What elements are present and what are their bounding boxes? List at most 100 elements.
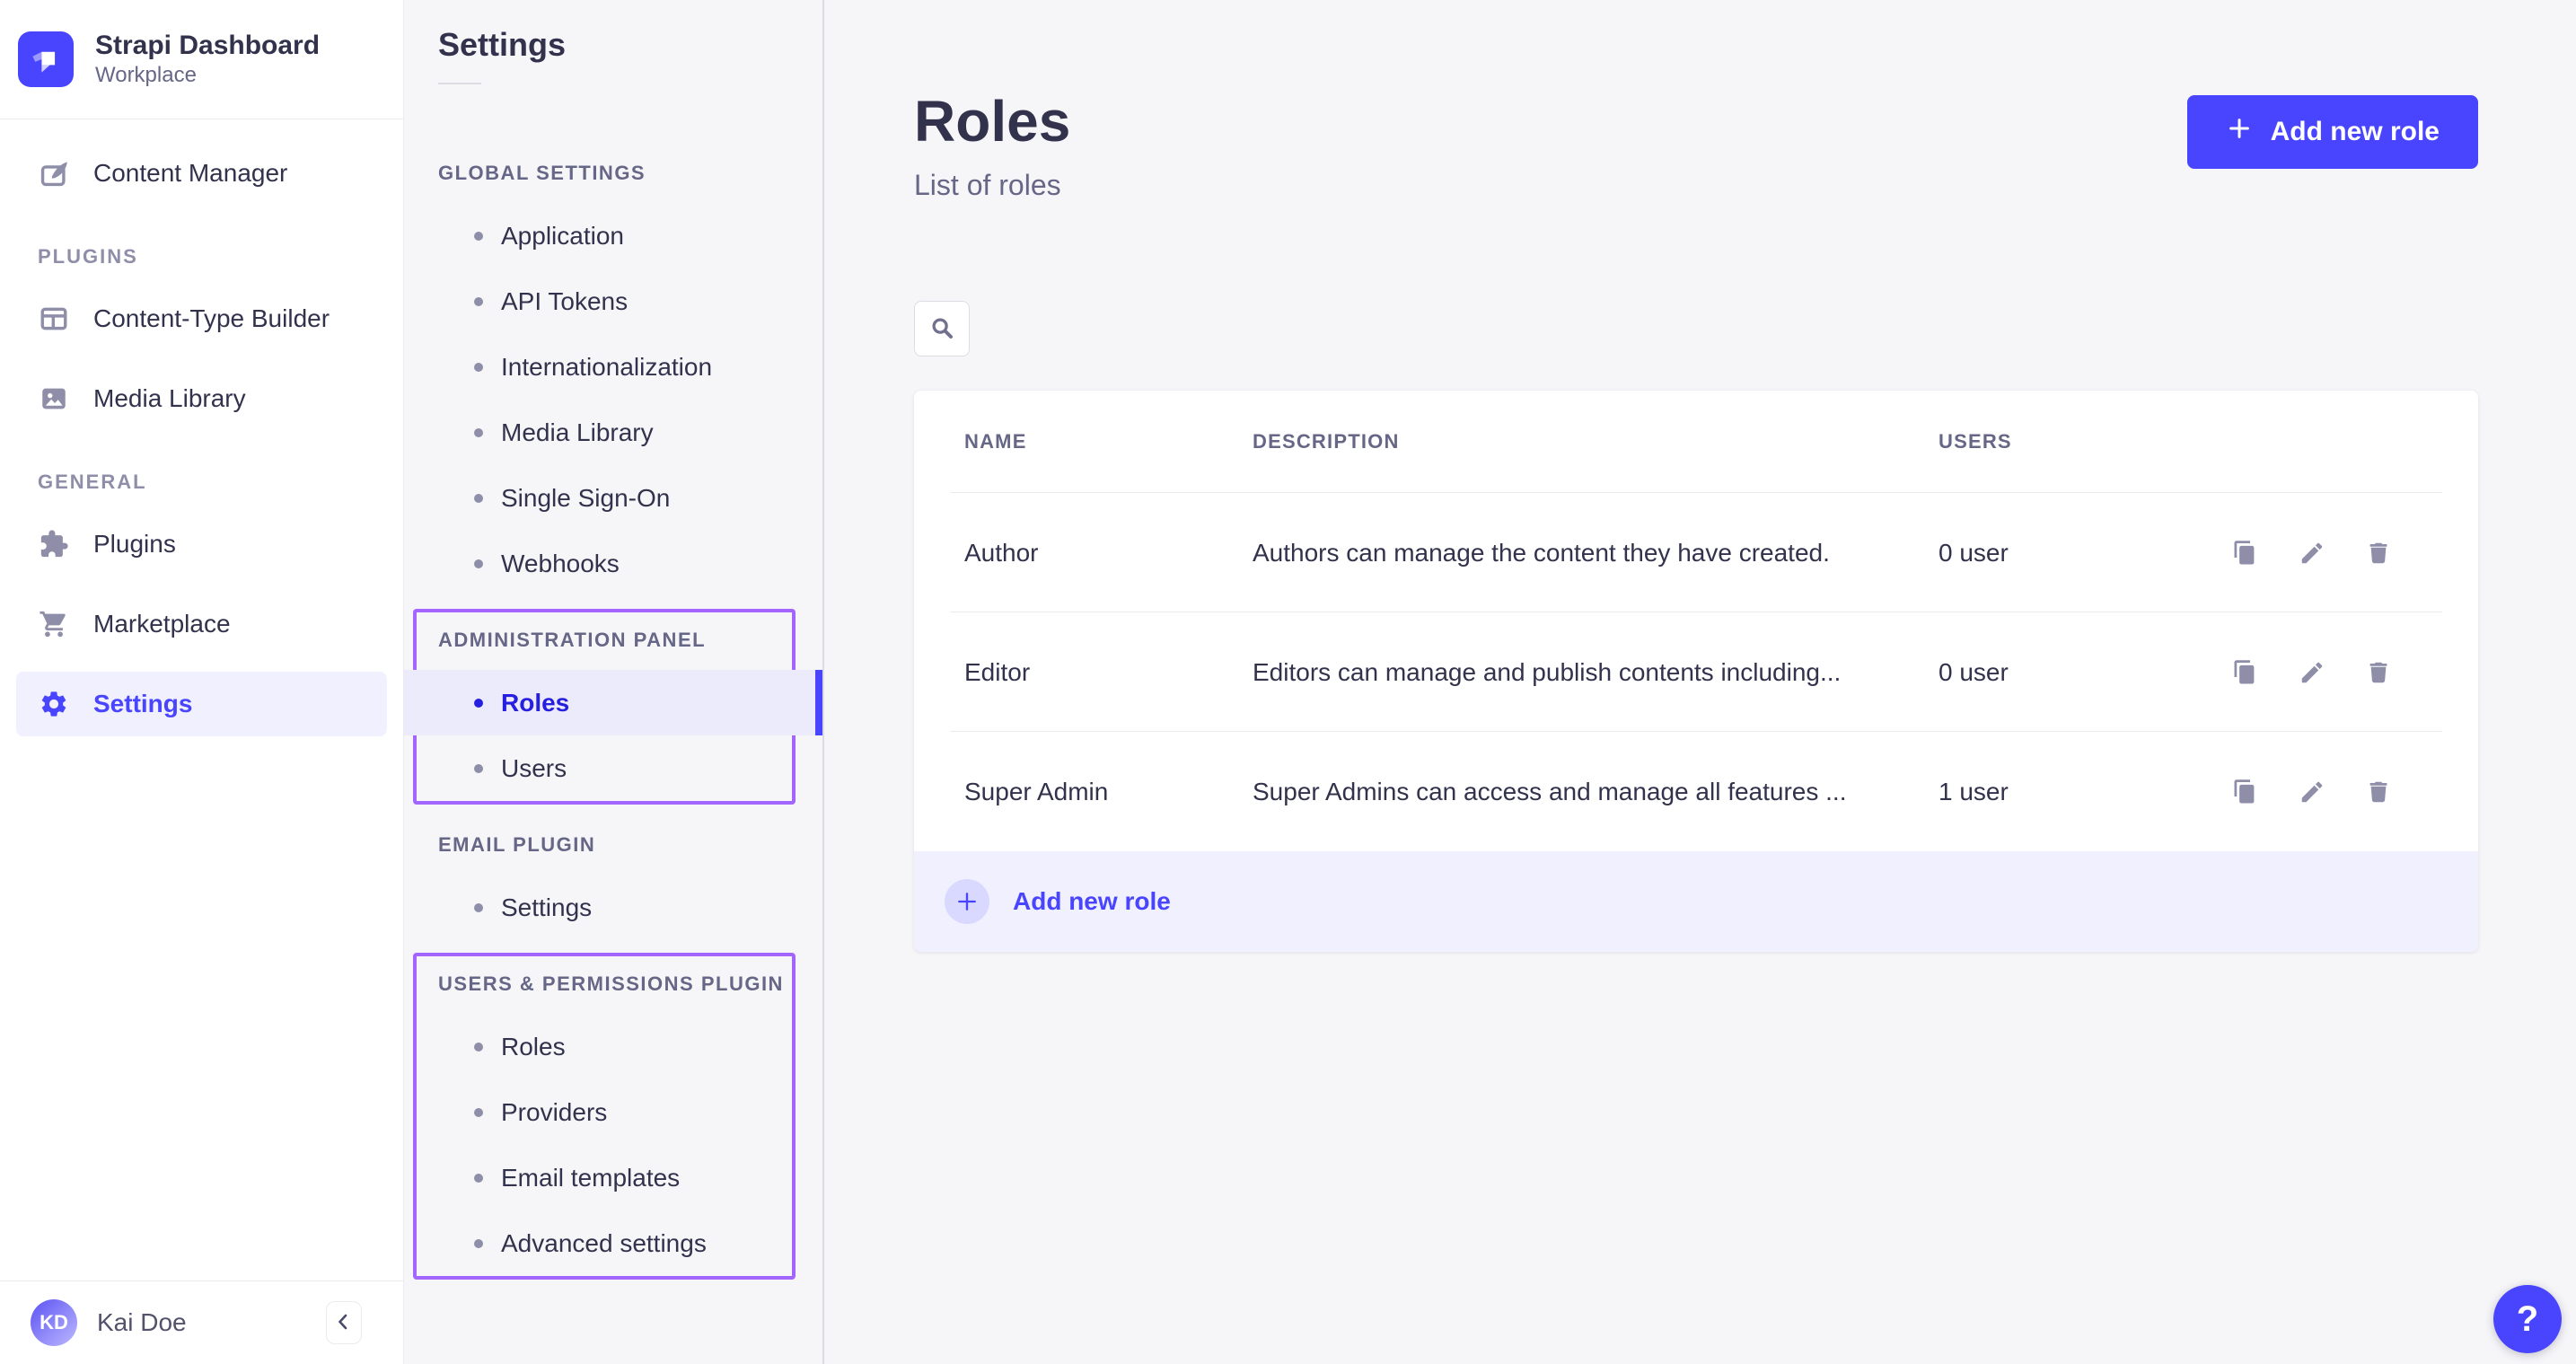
sidebar-item-content-type-builder[interactable]: Content-Type Builder	[16, 286, 387, 351]
table-row: Editor Editors can manage and publish co…	[914, 612, 2478, 732]
bullet-icon	[474, 232, 483, 241]
subnav-group-label: GLOBAL SETTINGS	[438, 160, 822, 187]
subnav-item-label: Media Library	[501, 418, 654, 447]
subnav-group-global-settings: GLOBAL SETTINGS Application API Tokens I…	[404, 160, 822, 596]
edit-icon[interactable]	[2297, 777, 2327, 807]
puzzle-icon	[38, 528, 70, 560]
table-add-new-role-row[interactable]: Add new role	[914, 851, 2478, 952]
main-sidebar: Strapi Dashboard Workplace Content Manag…	[0, 0, 404, 1364]
delete-icon[interactable]	[2363, 777, 2394, 807]
role-name: Editor	[964, 658, 1253, 687]
table-footer-add-label: Add new role	[1013, 887, 1171, 916]
table-header-row: NAME DESCRIPTION USERS	[914, 391, 2478, 493]
subnav-item-label: Email templates	[501, 1164, 680, 1192]
sidebar-item-label: Content Manager	[93, 159, 287, 188]
role-description: Editors can manage and publish contents …	[1253, 658, 1939, 687]
subnav-item-email-settings[interactable]: Settings	[404, 875, 822, 940]
subnav-group-label: ADMINISTRATION PANEL	[438, 627, 822, 654]
subnav-group-label: USERS & PERMISSIONS PLUGIN	[438, 971, 822, 998]
subnav-item-label: Application	[501, 222, 624, 251]
subnav-item-up-email-templates[interactable]: Email templates	[404, 1145, 822, 1210]
subnav-item-admin-users[interactable]: Users	[404, 735, 822, 801]
page-header: Roles List of roles Add new role	[914, 90, 2478, 202]
brand-text: Strapi Dashboard Workplace	[95, 30, 320, 89]
plus-circle-icon	[945, 879, 989, 924]
search-button[interactable]	[914, 301, 970, 356]
subnav-item-up-providers[interactable]: Providers	[404, 1079, 822, 1145]
gear-icon	[38, 688, 70, 720]
sidebar-section-general: GENERAL	[38, 471, 387, 494]
delete-icon[interactable]	[2363, 657, 2394, 688]
sidebar-item-label: Marketplace	[93, 610, 231, 638]
subnav-item-single-sign-on[interactable]: Single Sign-On	[404, 465, 822, 531]
subnav-title: Settings	[438, 27, 822, 63]
bullet-icon	[474, 494, 483, 503]
bullet-icon	[474, 363, 483, 372]
cart-icon	[38, 608, 70, 640]
collapse-sidebar-button[interactable]	[326, 1301, 362, 1344]
delete-icon[interactable]	[2363, 538, 2394, 568]
subnav-item-up-roles[interactable]: Roles	[404, 1014, 822, 1079]
page-title: Roles	[914, 90, 1070, 153]
plus-icon	[2226, 115, 2253, 149]
sidebar-item-plugins[interactable]: Plugins	[16, 512, 387, 576]
sidebar-item-media-library[interactable]: Media Library	[16, 366, 387, 431]
picture-icon	[38, 383, 70, 415]
row-actions	[2230, 657, 2430, 688]
subnav-group-users-permissions: USERS & PERMISSIONS PLUGIN Roles Provide…	[404, 971, 822, 1276]
question-mark-icon: ?	[2517, 1299, 2538, 1340]
table-row: Author Authors can manage the content th…	[914, 493, 2478, 612]
bullet-icon	[474, 1174, 483, 1183]
help-button[interactable]: ?	[2493, 1285, 2562, 1353]
bullet-icon	[474, 428, 483, 437]
subnav-item-label: Settings	[501, 893, 592, 922]
role-description: Authors can manage the content they have…	[1253, 539, 1939, 568]
role-users-count: 0 user	[1939, 539, 2230, 568]
settings-subnav: Settings GLOBAL SETTINGS Application API…	[404, 0, 824, 1364]
edit-icon[interactable]	[2297, 657, 2327, 688]
add-new-role-button[interactable]: Add new role	[2187, 95, 2478, 169]
bullet-icon	[474, 764, 483, 773]
role-name: Author	[964, 539, 1253, 568]
page-header-text: Roles List of roles	[914, 90, 1070, 202]
sidebar-item-settings[interactable]: Settings	[16, 672, 387, 736]
subnav-item-up-advanced-settings[interactable]: Advanced settings	[404, 1210, 822, 1276]
content-manager-icon	[38, 157, 70, 189]
sidebar-item-label: Media Library	[93, 384, 246, 413]
bullet-icon	[474, 1239, 483, 1248]
subnav-item-api-tokens[interactable]: API Tokens	[404, 268, 822, 334]
sidebar-item-content-manager[interactable]: Content Manager	[16, 141, 387, 206]
bullet-icon	[474, 1043, 483, 1052]
duplicate-icon[interactable]	[2230, 777, 2261, 807]
subnav-item-label: Single Sign-On	[501, 484, 670, 513]
divider	[438, 83, 481, 84]
subnav-item-label: Advanced settings	[501, 1229, 707, 1258]
chevron-left-icon	[333, 1311, 355, 1335]
sidebar-item-label: Settings	[93, 690, 192, 718]
main-content: Roles List of roles Add new role NAME	[824, 0, 2576, 1364]
page-subtitle: List of roles	[914, 169, 1070, 202]
subnav-item-webhooks[interactable]: Webhooks	[404, 531, 822, 596]
role-description: Super Admins can access and manage all f…	[1253, 778, 1939, 806]
role-users-count: 0 user	[1939, 658, 2230, 687]
sidebar-item-marketplace[interactable]: Marketplace	[16, 592, 387, 656]
user-name: Kai Doe	[97, 1308, 306, 1337]
row-actions	[2230, 777, 2430, 807]
add-new-role-button-label: Add new role	[2271, 117, 2440, 147]
subnav-item-application[interactable]: Application	[404, 203, 822, 268]
avatar: KD	[31, 1299, 77, 1346]
edit-icon[interactable]	[2297, 538, 2327, 568]
search-icon	[928, 314, 955, 344]
subnav-item-label: Providers	[501, 1098, 607, 1127]
subnav-item-media-library[interactable]: Media Library	[404, 400, 822, 465]
sidebar-section-plugins: PLUGINS	[38, 245, 387, 268]
duplicate-icon[interactable]	[2230, 657, 2261, 688]
subnav-group-administration-panel: ADMINISTRATION PANEL Roles Users	[404, 627, 822, 801]
subnav-item-admin-roles[interactable]: Roles	[404, 670, 822, 735]
subnav-item-internationalization[interactable]: Internationalization	[404, 334, 822, 400]
duplicate-icon[interactable]	[2230, 538, 2261, 568]
bullet-icon	[474, 903, 483, 912]
column-header-description: DESCRIPTION	[1253, 430, 1939, 453]
bullet-icon	[474, 699, 483, 708]
subnav-item-label: Roles	[501, 1033, 566, 1061]
